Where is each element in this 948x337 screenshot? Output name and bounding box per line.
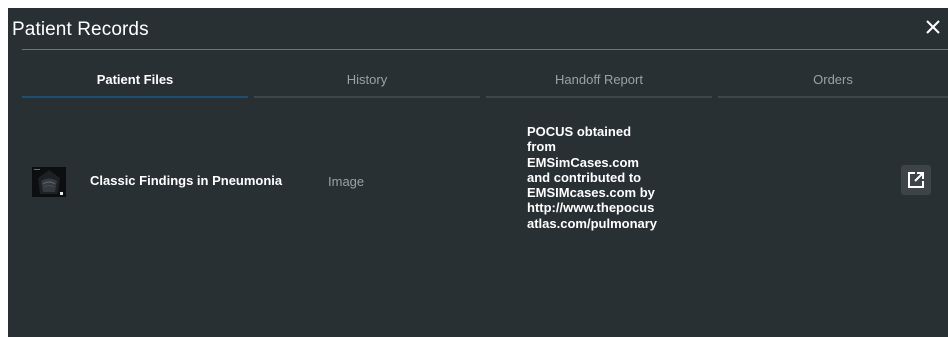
- open-file-button[interactable]: [901, 165, 931, 195]
- tab-underline: [22, 96, 248, 98]
- tab-history[interactable]: History: [254, 70, 480, 100]
- tab-underline: [254, 96, 480, 98]
- tab-label: History: [346, 72, 388, 87]
- description-line: POCUS obtained: [527, 124, 632, 139]
- open-in-new-icon: [908, 172, 924, 188]
- header-divider: [22, 49, 948, 50]
- ultrasound-thumbnail[interactable]: [32, 167, 66, 197]
- tab-patient-files[interactable]: Patient Files: [22, 70, 248, 100]
- tab-label: Patient Files: [96, 72, 174, 87]
- tab-orders[interactable]: Orders: [718, 70, 948, 100]
- tab-underline: [718, 96, 948, 98]
- tab-label: Handoff Report: [555, 72, 643, 87]
- file-type: Image: [328, 174, 365, 189]
- file-row: Classic Findings in Pneumonia Image POCU…: [22, 120, 948, 250]
- tab-underline: [486, 96, 712, 98]
- patient-records-modal: Patient Records Patient Files History Ha…: [8, 8, 948, 337]
- modal-header: Patient Records: [8, 8, 948, 50]
- description-line: atlas.com/pulmonary: [527, 215, 658, 231]
- description-line: and contributed to: [527, 169, 642, 185]
- description-line: EMSimCases.com: [527, 154, 639, 170]
- description-line: http://www.thepocus: [527, 200, 655, 216]
- file-description: POCUS obtained from EMSimCases.com and c…: [527, 124, 677, 231]
- tab-bar: Patient Files History Handoff Report Ord…: [22, 70, 948, 100]
- tab-label: Orders: [813, 72, 853, 87]
- close-icon[interactable]: [922, 16, 944, 38]
- description-line: EMSIMcases.com by: [527, 185, 655, 201]
- description-line: from: [527, 139, 556, 155]
- tab-handoff-report[interactable]: Handoff Report: [486, 70, 712, 100]
- modal-title: Patient Records: [12, 19, 149, 40]
- file-title[interactable]: Classic Findings in Pneumonia: [90, 173, 282, 188]
